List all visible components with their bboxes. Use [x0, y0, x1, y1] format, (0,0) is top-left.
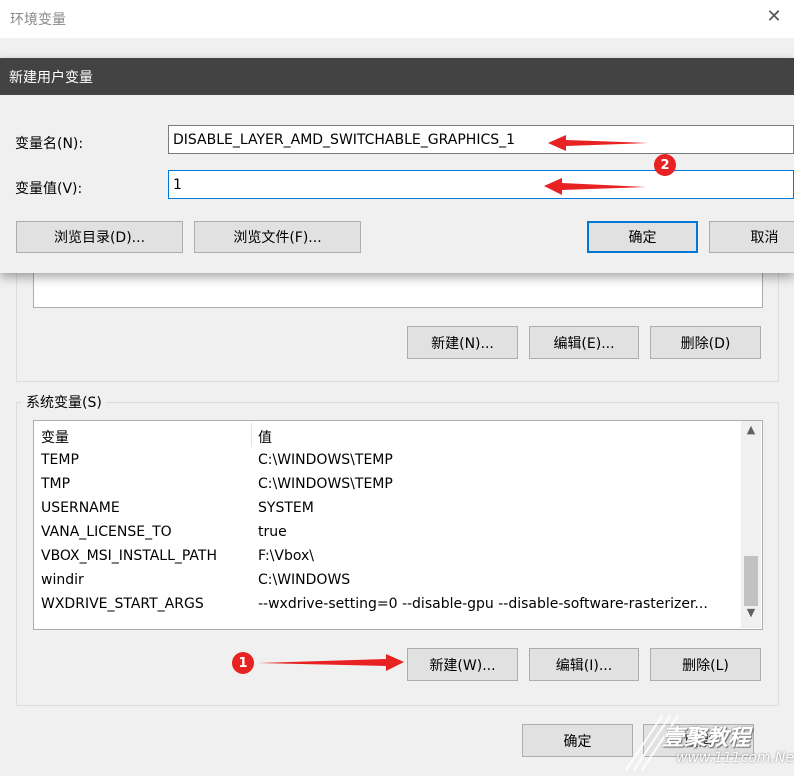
annotation-arrows	[258, 135, 648, 671]
step-1-marker: 1	[232, 652, 254, 674]
watermark-url: www.111com.Net	[676, 750, 794, 766]
step-2-marker: 2	[654, 154, 676, 176]
arrow-to-name-field	[548, 135, 648, 151]
arrow-to-value-field	[544, 178, 646, 195]
watermark-text: 壹聚教程	[662, 726, 751, 751]
arrow-to-new-button	[258, 654, 404, 671]
